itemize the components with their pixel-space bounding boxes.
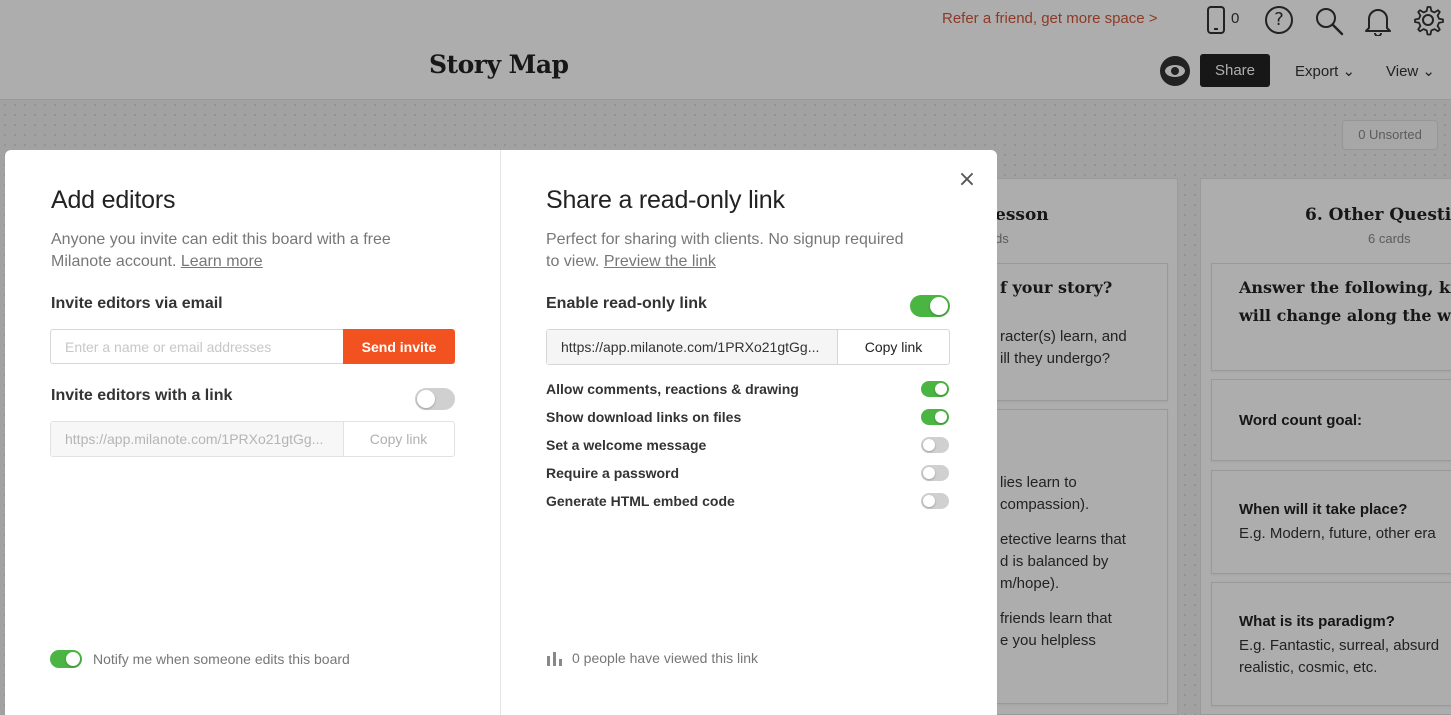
toggle-knob: [930, 297, 948, 315]
add-editors-description: Anyone you invite can edit this board wi…: [51, 229, 451, 273]
close-icon[interactable]: ×: [955, 168, 979, 192]
invite-email-input[interactable]: [50, 329, 343, 364]
send-invite-button[interactable]: Send invite: [343, 329, 455, 364]
toggle-knob: [935, 411, 947, 423]
readonly-heading: Share a read-only link: [546, 186, 785, 214]
option-comments-label: Allow comments, reactions & drawing: [546, 381, 799, 397]
description-text: Perfect for sharing with clients. No sig…: [546, 231, 904, 248]
views-count-text: 0 people have viewed this link: [572, 650, 759, 666]
readonly-link-url[interactable]: https://app.milanote.com/1PRXo21gtGg...: [547, 330, 838, 364]
toggle-knob: [417, 390, 435, 408]
description-text: Milanote account.: [51, 253, 177, 270]
copy-readonly-link-button[interactable]: Copy link: [838, 330, 949, 364]
toggle-knob: [923, 467, 935, 479]
enable-readonly-label: Enable read-only link: [546, 295, 707, 312]
readonly-link-box: https://app.milanote.com/1PRXo21gtGg... …: [546, 329, 950, 365]
option-embed-toggle[interactable]: [921, 493, 949, 509]
editor-link-box: https://app.milanote.com/1PRXo21gtGg... …: [50, 421, 455, 457]
preview-link[interactable]: Preview the link: [604, 253, 716, 270]
toggle-knob: [923, 495, 935, 507]
option-downloads-label: Show download links on files: [546, 409, 742, 425]
learn-more-link[interactable]: Learn more: [181, 253, 263, 270]
invite-email-label: Invite editors via email: [51, 295, 223, 312]
invite-link-toggle[interactable]: [415, 388, 455, 410]
invite-link-label: Invite editors with a link: [51, 387, 233, 404]
toggle-knob: [923, 439, 935, 451]
readonly-description: Perfect for sharing with clients. No sig…: [546, 229, 946, 273]
notify-label: Notify me when someone edits this board: [93, 651, 350, 667]
modal-divider: [500, 150, 501, 715]
option-comments-toggle[interactable]: [921, 381, 949, 397]
option-password-label: Require a password: [546, 465, 680, 481]
option-embed-label: Generate HTML embed code: [546, 493, 735, 509]
description-text: Anyone you invite can edit this board wi…: [51, 231, 391, 248]
option-welcome-label: Set a welcome message: [546, 437, 707, 453]
description-text: to view.: [546, 253, 600, 270]
copy-editor-link-button[interactable]: Copy link: [343, 422, 454, 456]
enable-readonly-toggle[interactable]: [910, 295, 950, 317]
notify-toggle[interactable]: [50, 650, 82, 668]
option-downloads-toggle[interactable]: [921, 409, 949, 425]
share-modal: × Add editors Anyone you invite can edit…: [5, 150, 997, 715]
option-password-toggle[interactable]: [921, 465, 949, 481]
toggle-knob: [66, 652, 80, 666]
option-welcome-toggle[interactable]: [921, 437, 949, 453]
add-editors-heading: Add editors: [51, 186, 176, 214]
toggle-knob: [935, 383, 947, 395]
editor-link-url[interactable]: https://app.milanote.com/1PRXo21gtGg...: [51, 422, 344, 456]
bar-chart-icon: [547, 652, 562, 666]
